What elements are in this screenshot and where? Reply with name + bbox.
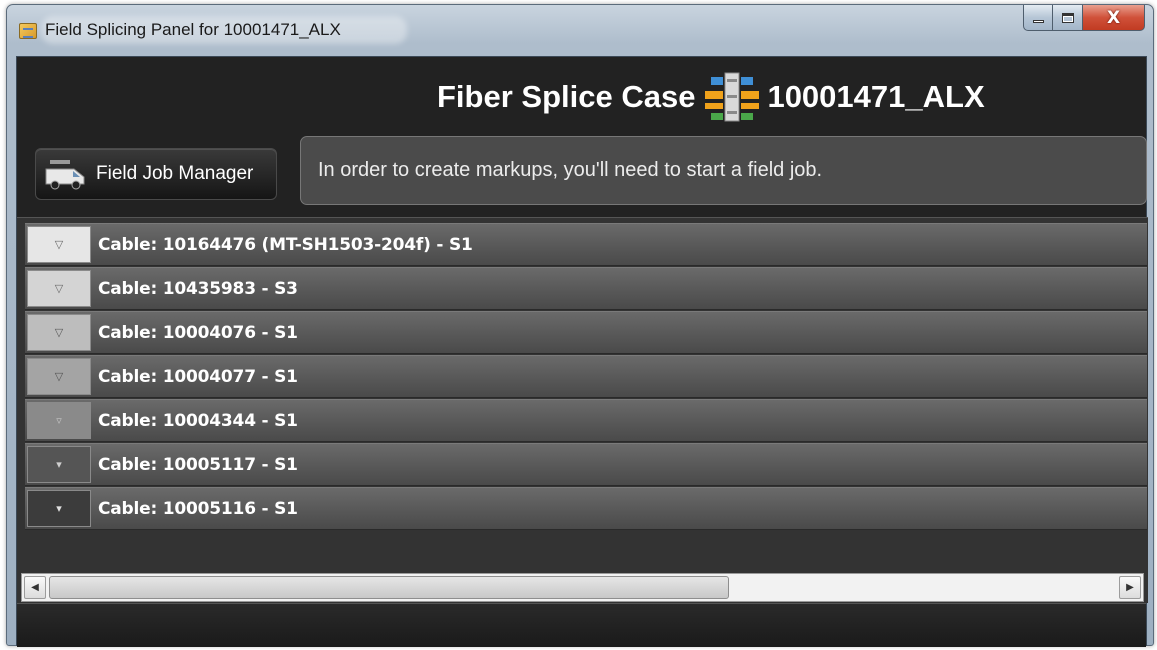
expand-arrow-icon: ▿ — [56, 414, 62, 427]
expand-toggle[interactable]: ▽ — [27, 358, 91, 395]
cable-label: Cable: 10004344 - S1 — [98, 410, 298, 431]
panel-client-area: Fiber Splice Case 10001471_ALX Field Job… — [16, 56, 1148, 647]
horizontal-scrollbar[interactable]: ◀ ▶ — [21, 573, 1144, 602]
close-icon: X — [1106, 7, 1121, 28]
expand-toggle[interactable]: ▾ — [27, 490, 91, 527]
status-bar — [17, 603, 1146, 647]
expand-arrow-icon: ▾ — [56, 502, 62, 515]
page-title-prefix: Fiber Splice Case — [437, 79, 696, 114]
cable-label: Cable: 10435983 - S3 — [98, 278, 298, 299]
page-title-id: 10001471_ALX — [767, 79, 985, 114]
window-controls: X — [1023, 5, 1145, 31]
maximize-icon — [1061, 12, 1074, 23]
expand-toggle[interactable]: ▽ — [27, 226, 91, 263]
expand-arrow-icon: ▽ — [54, 238, 64, 251]
scroll-left-button[interactable]: ◀ — [24, 576, 46, 599]
cable-label: Cable: 10164476 (MT-SH1503-204f) - S1 — [98, 234, 473, 255]
fiber-splice-case-icon — [705, 72, 760, 122]
maximize-button[interactable] — [1053, 5, 1083, 31]
arrow-right-icon: ▶ — [1126, 582, 1134, 593]
expand-toggle[interactable]: ▽ — [27, 314, 91, 351]
expand-arrow-icon: ▽ — [54, 282, 64, 295]
cable-list: ▽ Cable: 10164476 (MT-SH1503-204f) - S1 … — [17, 217, 1148, 603]
cable-label: Cable: 10005117 - S1 — [98, 454, 298, 475]
info-message: In order to create markups, you'll need … — [300, 136, 1147, 205]
panel-header: Fiber Splice Case 10001471_ALX Field Job… — [17, 57, 1147, 217]
minimize-button[interactable] — [1023, 5, 1053, 31]
scroll-right-button[interactable]: ▶ — [1119, 576, 1141, 599]
cable-row[interactable]: ▽ Cable: 10435983 - S3 — [25, 267, 1147, 310]
expand-toggle[interactable]: ▽ — [27, 270, 91, 307]
minimize-icon — [1032, 20, 1044, 23]
title-bar[interactable]: Field Splicing Panel for 10001471_ALX X — [7, 5, 1153, 53]
expand-arrow-icon: ▾ — [56, 458, 62, 471]
cable-label: Cable: 10004076 - S1 — [98, 322, 298, 343]
cable-row[interactable]: ▽ Cable: 10004076 - S1 — [25, 311, 1147, 354]
truck-icon — [45, 160, 85, 190]
app-window: Field Splicing Panel for 10001471_ALX X … — [6, 4, 1154, 647]
close-button[interactable]: X — [1083, 5, 1145, 31]
window-title: Field Splicing Panel for 10001471_ALX — [45, 20, 341, 39]
cable-row[interactable]: ▽ Cable: 10004077 - S1 — [25, 355, 1147, 398]
cable-label: Cable: 10004077 - S1 — [98, 366, 298, 387]
field-job-manager-button[interactable]: Field Job Manager — [35, 148, 277, 200]
expand-toggle[interactable]: ▾ — [27, 446, 91, 483]
cable-row[interactable]: ▿ Cable: 10004344 - S1 — [25, 399, 1147, 442]
cable-row[interactable]: ▾ Cable: 10005116 - S1 — [25, 487, 1147, 530]
arrow-left-icon: ◀ — [31, 582, 39, 593]
cable-label: Cable: 10005116 - S1 — [98, 498, 298, 519]
cable-row[interactable]: ▾ Cable: 10005117 - S1 — [25, 443, 1147, 486]
expand-toggle[interactable]: ▿ — [27, 402, 91, 439]
app-icon[interactable] — [19, 23, 37, 39]
expand-arrow-icon: ▽ — [54, 326, 64, 339]
scrollbar-thumb[interactable] — [49, 576, 729, 599]
field-job-manager-label: Field Job Manager — [96, 163, 254, 184]
expand-arrow-icon: ▽ — [54, 370, 64, 383]
cable-row[interactable]: ▽ Cable: 10164476 (MT-SH1503-204f) - S1 — [25, 223, 1147, 266]
page-title: Fiber Splice Case 10001471_ALX — [437, 72, 985, 122]
